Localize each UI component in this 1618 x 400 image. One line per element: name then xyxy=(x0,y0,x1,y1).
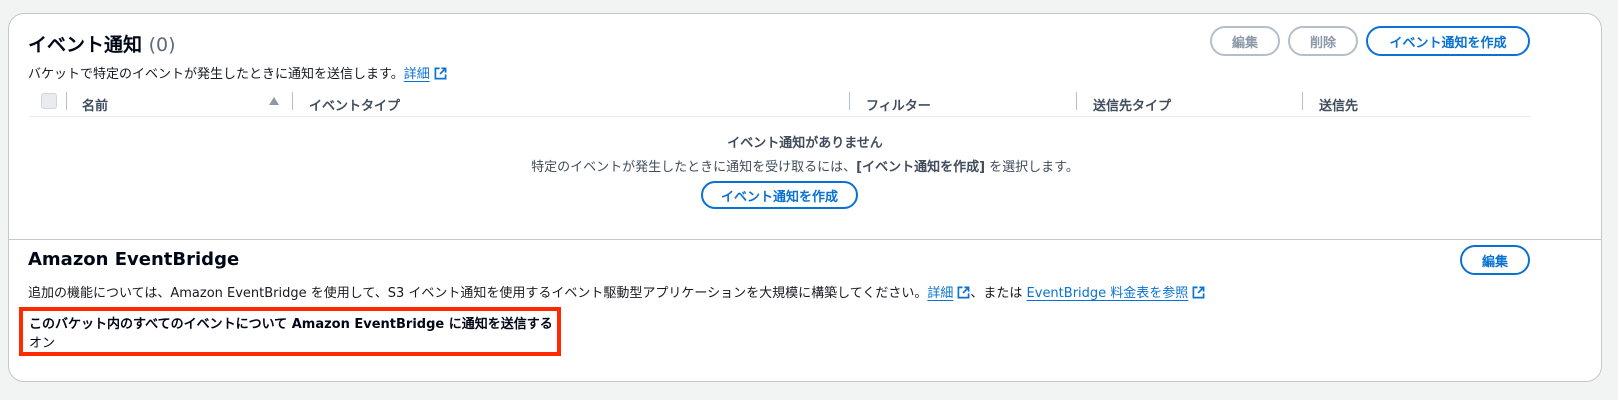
create-event-notification-button[interactable]: イベント通知を作成 xyxy=(1366,26,1530,56)
highlight-box xyxy=(19,307,561,356)
column-header-destination-type: 送信先タイプ xyxy=(1093,99,1172,114)
column-divider xyxy=(1302,92,1303,110)
column-divider xyxy=(1076,92,1077,110)
delete-button[interactable]: 削除 xyxy=(1288,26,1358,56)
eventbridge-details-link[interactable]: 詳細 xyxy=(927,286,953,301)
sort-ascending-icon[interactable] xyxy=(269,97,279,105)
empty-state-title: イベント通知がありません xyxy=(727,136,883,151)
external-link-icon xyxy=(434,67,447,84)
empty-state-create-button[interactable]: イベント通知を作成 xyxy=(701,181,858,209)
column-header-destination: 送信先 xyxy=(1319,99,1359,114)
empty-state-description: 特定のイベントが発生したときに通知を受け取るには、[イベント通知を作成] を選択… xyxy=(531,160,1079,175)
column-header-name[interactable]: 名前 xyxy=(82,95,108,114)
table-header: 名前 イベントタイプ フィルター 送信先タイプ 送信先 xyxy=(29,92,1531,117)
column-divider xyxy=(849,92,850,110)
section-divider xyxy=(9,239,1601,240)
select-all-checkbox[interactable] xyxy=(41,93,57,109)
external-link-icon xyxy=(1192,286,1205,303)
column-header-filter: フィルター xyxy=(866,99,931,114)
column-divider xyxy=(292,92,293,110)
details-link[interactable]: 詳細 xyxy=(404,67,430,82)
section-description: バケットで特定のイベントが発生したときに通知を送信します。詳細 xyxy=(28,63,447,84)
column-header-event-type: イベントタイプ xyxy=(309,99,401,114)
eventbridge-description: 追加の機能については、Amazon EventBridge を使用して、S3 イ… xyxy=(28,282,1205,303)
external-link-icon xyxy=(957,286,970,303)
eventbridge-edit-button[interactable]: 編集 xyxy=(1460,245,1530,275)
section-title-eventbridge: Amazon EventBridge xyxy=(28,249,240,270)
eventbridge-pricing-link[interactable]: EventBridge 料金表を参照 xyxy=(1027,286,1189,301)
edit-button[interactable]: 編集 xyxy=(1210,26,1280,56)
event-notifications-panel: イベント通知 (0) バケットで特定のイベントが発生したときに通知を送信します。… xyxy=(8,13,1602,382)
section-title-event-notifications: イベント通知 (0) xyxy=(28,34,176,56)
column-divider xyxy=(66,92,67,110)
notification-count: (0) xyxy=(148,34,176,56)
